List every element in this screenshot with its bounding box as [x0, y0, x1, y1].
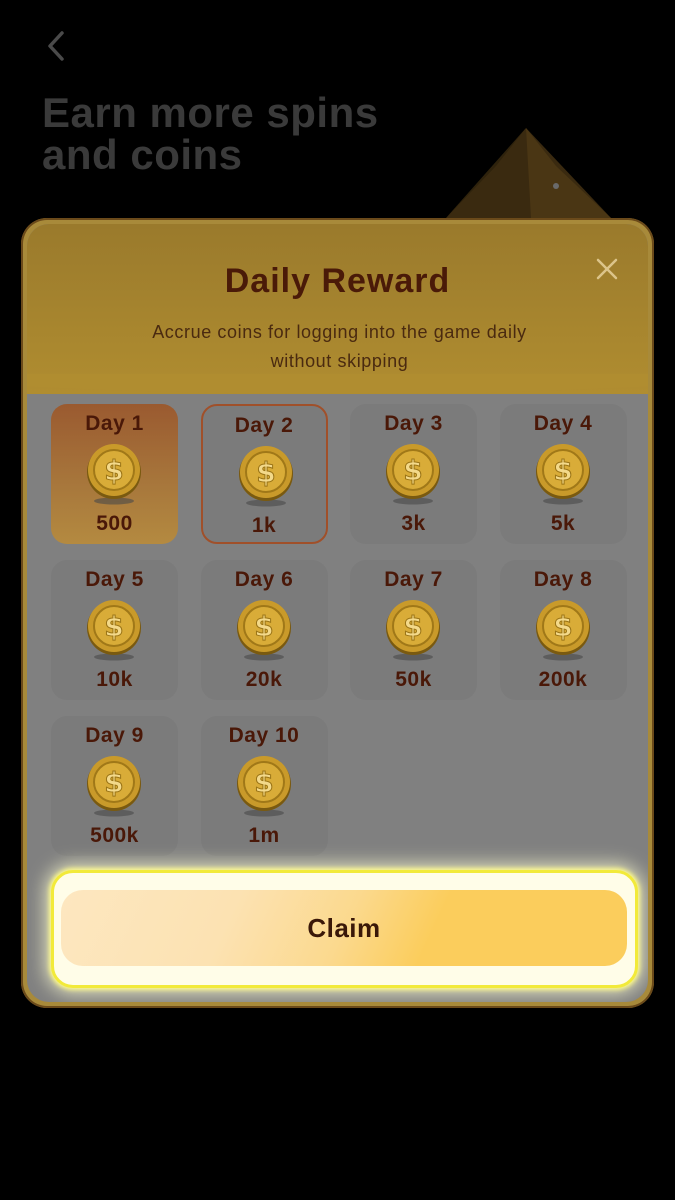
reward-day-label: Day 3 — [384, 412, 443, 435]
reward-day-label: Day 6 — [234, 568, 294, 591]
reward-day-label: Day 10 — [228, 724, 300, 747]
coin-icon: $ — [384, 600, 442, 662]
coin-icon: $ — [534, 444, 592, 506]
reward-day-label: Day 1 — [85, 412, 144, 435]
coin-icon: $ — [384, 444, 442, 506]
daily-reward-modal: Daily Reward Accrue coins for logging in… — [21, 218, 654, 1008]
reward-amount: 1k — [251, 514, 277, 537]
svg-text:$: $ — [553, 454, 572, 487]
chevron-left-icon — [48, 31, 64, 61]
reward-day-label: Day 4 — [533, 412, 593, 435]
reward-tile-day-10[interactable]: Day 10 $1m — [200, 716, 328, 856]
coin-icon: $ — [85, 444, 143, 506]
close-icon — [596, 258, 618, 280]
reward-tile-day-5[interactable]: Day 5 $10k — [51, 560, 178, 700]
svg-text:$: $ — [104, 610, 123, 643]
reward-amount: 1m — [248, 824, 280, 847]
reward-day-label: Day 2 — [234, 414, 294, 437]
reward-amount: 3k — [401, 512, 426, 535]
reward-day-label: Day 9 — [85, 724, 144, 747]
back-button[interactable] — [36, 26, 76, 66]
reward-tile-day-8[interactable]: Day 8 $200k — [499, 560, 627, 700]
svg-text:$: $ — [104, 766, 123, 799]
reward-amount: 500k — [90, 824, 139, 847]
pyramid-decoration-icon — [446, 128, 611, 218]
reward-tile-day-6[interactable]: Day 6 $20k — [200, 560, 328, 700]
reward-day-label: Day 5 — [85, 568, 144, 591]
reward-tile-day-9[interactable]: Day 9 $500k — [51, 716, 178, 856]
reward-tile-day-7[interactable]: Day 7 $50k — [350, 560, 477, 700]
svg-text:$: $ — [254, 610, 273, 643]
coin-icon: $ — [235, 600, 293, 662]
coin-icon: $ — [237, 446, 295, 508]
modal-title: Daily Reward — [224, 262, 451, 300]
reward-tile-day-3[interactable]: Day 3 $3k — [350, 404, 477, 544]
coin-icon: $ — [85, 600, 143, 662]
claim-button[interactable]: Claim — [61, 890, 627, 966]
svg-text:$: $ — [403, 610, 422, 643]
coin-icon: $ — [85, 756, 143, 818]
page-title: Earn more spins and coins — [42, 89, 379, 178]
reward-tile-day-4[interactable]: Day 4 $5k — [499, 404, 627, 544]
coin-icon: $ — [534, 600, 592, 662]
close-button[interactable] — [592, 254, 622, 284]
reward-amount: 5k — [550, 512, 576, 535]
svg-text:$: $ — [403, 454, 422, 487]
coin-icon: $ — [235, 756, 293, 818]
svg-text:$: $ — [104, 454, 123, 487]
reward-tile-day-2[interactable]: Day 2 $1k — [200, 404, 328, 544]
svg-text:$: $ — [553, 610, 572, 643]
reward-day-label: Day 8 — [533, 568, 593, 591]
reward-tile-day-1[interactable]: Day 1 $500 — [51, 404, 178, 544]
svg-text:$: $ — [254, 766, 273, 799]
svg-text:$: $ — [256, 456, 275, 489]
modal-body: Daily Reward Accrue coins for logging in… — [27, 224, 648, 1002]
reward-amount: 20k — [245, 668, 283, 691]
reward-amount: 200k — [538, 668, 588, 691]
reward-amount: 50k — [395, 668, 432, 691]
reward-amount: 10k — [96, 668, 133, 691]
reward-day-label: Day 7 — [384, 568, 443, 591]
reward-amount: 500 — [96, 512, 133, 535]
modal-subtitle: Accrue coins for logging into the game d… — [152, 322, 527, 371]
